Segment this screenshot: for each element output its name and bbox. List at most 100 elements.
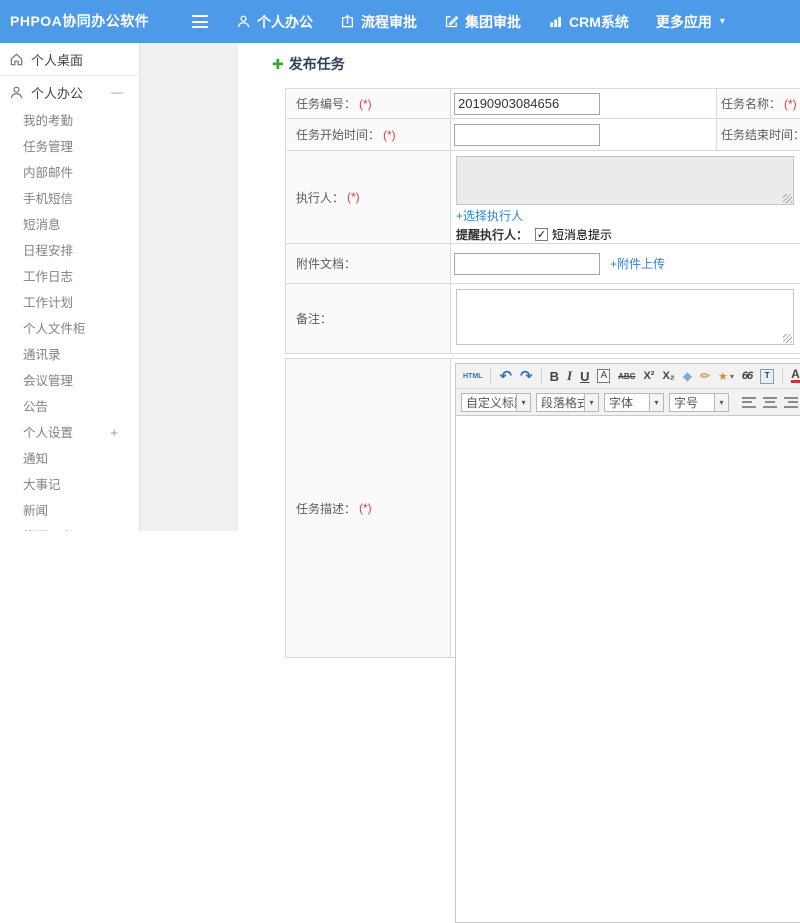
sidebar-item-file-cabinet[interactable]: 个人文件柜 bbox=[0, 316, 139, 342]
toolbar-separator bbox=[540, 368, 542, 384]
description-table: 任务描述： (*) HTML ↶ ↷ B I U A ABC X² X₂ ◆ ✏… bbox=[285, 358, 800, 923]
font-color-icon: A bbox=[791, 367, 800, 383]
font-color-button[interactable]: A ▾ bbox=[791, 367, 800, 383]
align-left-button[interactable] bbox=[742, 396, 756, 408]
strikethrough-button[interactable]: ABC bbox=[618, 372, 635, 381]
executor-textarea[interactable] bbox=[456, 156, 794, 205]
bar-chart-icon bbox=[550, 16, 562, 28]
sidebar-item-personal-settings[interactable]: 个人设置 + bbox=[0, 420, 139, 446]
caret-down-icon: ▾ bbox=[719, 16, 725, 27]
nav-workflow-approval[interactable]: 流程审批 bbox=[340, 12, 417, 32]
sidebar-item-milestones[interactable]: 大事记 bbox=[0, 472, 139, 498]
italic-button[interactable]: I bbox=[567, 368, 572, 384]
table-row: 附件文档： +附件上传 bbox=[286, 244, 800, 284]
caret-down-icon: ▾ bbox=[584, 393, 598, 411]
caret-down-icon: ▾ bbox=[649, 393, 663, 411]
align-right-button[interactable] bbox=[784, 396, 798, 408]
sidebar-item-meeting-management[interactable]: 会议管理 bbox=[0, 368, 139, 394]
start-time-input[interactable] bbox=[454, 123, 600, 146]
resize-grip[interactable] bbox=[783, 194, 792, 203]
autoformat-button[interactable]: ★ ▾ bbox=[718, 370, 734, 383]
nav-crm-system[interactable]: CRM系统 bbox=[548, 12, 629, 32]
editor-toolbar-row2: 自定义标题 ▾ 段落格式 ▾ 字体 ▾ 字号 ▾ bbox=[456, 389, 800, 416]
task-number-input[interactable] bbox=[454, 92, 600, 115]
collapse-icon[interactable]: — bbox=[111, 85, 123, 99]
toolbar-separator bbox=[490, 368, 492, 384]
sidebar-item-short-message[interactable]: 短消息 bbox=[0, 212, 139, 238]
eraser-button[interactable]: ◆ bbox=[683, 369, 692, 383]
undo-button[interactable]: ↶ bbox=[499, 369, 512, 384]
paragraph-format-select[interactable]: 段落格式 ▾ bbox=[536, 392, 599, 412]
html-source-button[interactable]: HTML bbox=[463, 373, 482, 380]
page-header: ✚ 发布任务 bbox=[272, 54, 345, 74]
table-row: 任务开始时间： (*) 任务结束时间： (*) bbox=[286, 119, 800, 151]
main-panel: ✚ 发布任务 任务编号： (*) 任务名称： (*) 任务开始时间： (*) bbox=[238, 43, 800, 923]
add-icon: ✚ bbox=[272, 56, 284, 72]
nav-personal-office[interactable]: 个人办公 bbox=[236, 12, 313, 32]
sidebar-item-task-management[interactable]: 任务管理 bbox=[0, 134, 139, 160]
toolbar-separator bbox=[782, 368, 784, 384]
align-center-button[interactable] bbox=[763, 396, 777, 408]
nav-group-approval[interactable]: 集团审批 bbox=[444, 12, 521, 32]
caret-down-icon: ▾ bbox=[516, 393, 530, 411]
app-logo[interactable]: PHPOA协同办公软件 bbox=[10, 0, 149, 43]
subscript-button[interactable]: X₂ bbox=[662, 370, 674, 382]
superscript-button[interactable]: X² bbox=[643, 370, 654, 382]
task-form-table: 任务编号： (*) 任务名称： (*) 任务开始时间： (*) 任务结束时间： … bbox=[285, 88, 800, 354]
sidebar: 个人桌面 个人办公 — 我的考勤 任务管理 内部邮件 手机短信 短消息 日程安排… bbox=[0, 43, 140, 531]
task-number-label: 任务编号： bbox=[296, 97, 357, 111]
format-brush-button[interactable]: ✏ bbox=[700, 369, 710, 383]
sidebar-item-personal-desktop[interactable]: 个人桌面 bbox=[0, 43, 139, 76]
attachment-input[interactable] bbox=[454, 252, 600, 275]
required-mark: (*) bbox=[784, 96, 797, 111]
required-mark: (*) bbox=[347, 190, 360, 204]
bold-button[interactable]: B bbox=[550, 369, 559, 384]
wand-icon: ★ bbox=[718, 370, 728, 383]
upload-flow-icon bbox=[341, 14, 354, 28]
attachment-upload-link[interactable]: +附件上传 bbox=[610, 255, 665, 272]
blockquote-button[interactable]: 66 bbox=[742, 370, 753, 382]
sidebar-item-mobile-sms[interactable]: 手机短信 bbox=[0, 186, 139, 212]
remark-label: 备注： bbox=[296, 312, 333, 326]
sms-checkbox[interactable]: ✓ bbox=[535, 228, 549, 241]
font-style-button[interactable]: A bbox=[597, 369, 611, 383]
sidebar-item-clipped[interactable]: 投票调查 bbox=[0, 524, 139, 531]
menu-icon[interactable] bbox=[192, 15, 208, 28]
underline-button[interactable]: U bbox=[580, 369, 589, 384]
sidebar-item-work-log[interactable]: 工作日志 bbox=[0, 264, 139, 290]
attachment-label: 附件文档： bbox=[296, 257, 357, 271]
sms-checkbox-label: 短消息提示 bbox=[552, 228, 613, 242]
user-icon bbox=[10, 86, 23, 98]
font-family-select[interactable]: 字体 ▾ bbox=[604, 392, 664, 412]
end-time-label: 任务结束时间： bbox=[721, 128, 800, 142]
choose-executor-link[interactable]: +选择执行人 bbox=[456, 209, 523, 223]
content-gutter bbox=[140, 43, 238, 531]
top-navigation: 个人办公 流程审批 集团审批 CRM系统 更多应用 ▾ bbox=[236, 0, 725, 43]
sidebar-item-schedule[interactable]: 日程安排 bbox=[0, 238, 139, 264]
task-description-label: 任务描述： bbox=[296, 501, 357, 516]
expand-icon[interactable]: + bbox=[110, 420, 118, 446]
edit-icon bbox=[445, 15, 459, 28]
redo-button[interactable]: ↷ bbox=[520, 369, 533, 384]
task-name-label: 任务名称： bbox=[721, 97, 782, 111]
sidebar-item-contacts[interactable]: 通讯录 bbox=[0, 342, 139, 368]
sidebar-item-news[interactable]: 新闻 bbox=[0, 498, 139, 524]
sidebar-item-announcement[interactable]: 公告 bbox=[0, 394, 139, 420]
nav-more-apps[interactable]: 更多应用 ▾ bbox=[656, 12, 725, 32]
custom-heading-select[interactable]: 自定义标题 ▾ bbox=[461, 392, 531, 412]
required-mark: (*) bbox=[383, 127, 396, 142]
remark-textarea[interactable] bbox=[456, 289, 794, 345]
clipboard-icon: T bbox=[760, 368, 775, 384]
sidebar-item-attendance[interactable]: 我的考勤 bbox=[0, 108, 139, 134]
sidebar-item-notice[interactable]: 通知 bbox=[0, 446, 139, 472]
sidebar-item-internal-mail[interactable]: 内部邮件 bbox=[0, 160, 139, 186]
paste-plain-button[interactable]: T bbox=[760, 368, 775, 384]
editor-content-area[interactable] bbox=[456, 416, 800, 922]
user-icon bbox=[237, 15, 250, 28]
caret-down-icon: ▾ bbox=[714, 393, 728, 411]
home-icon bbox=[10, 53, 23, 65]
font-size-select[interactable]: 字号 ▾ bbox=[669, 392, 729, 412]
resize-grip[interactable] bbox=[783, 334, 792, 343]
sidebar-item-work-plan[interactable]: 工作计划 bbox=[0, 290, 139, 316]
sidebar-item-personal-office[interactable]: 个人办公 — bbox=[0, 76, 139, 108]
